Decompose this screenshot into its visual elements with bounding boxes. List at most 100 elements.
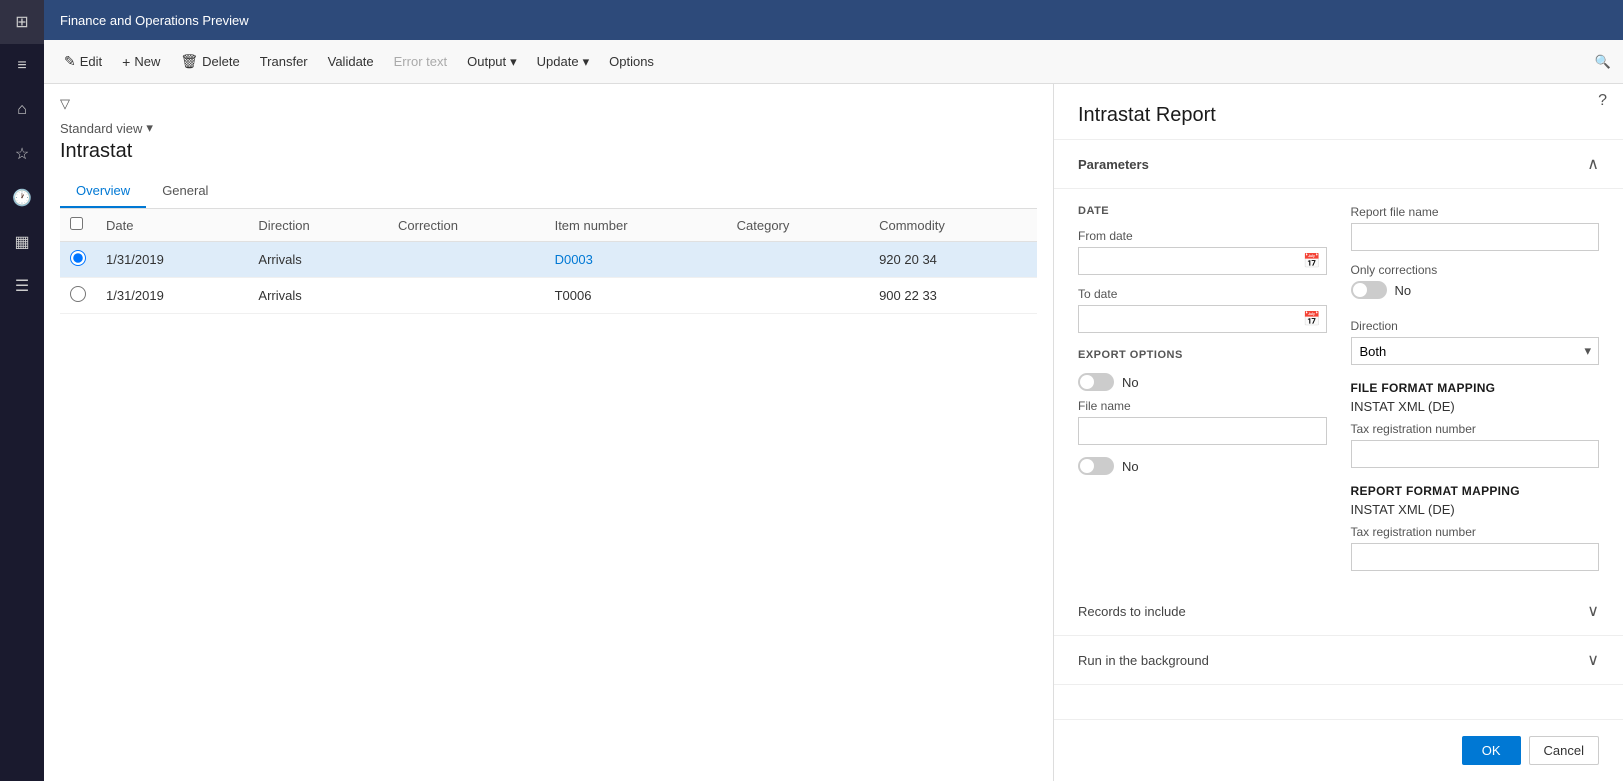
right-panel: ? Intrastat Report Parameters ∧ DATE Fro… (1053, 84, 1623, 781)
direction-select-wrapper: Both Arrivals Dispatches (1351, 337, 1600, 365)
generate-report-value: No (1122, 459, 1139, 474)
records-to-include-label: Records to include (1078, 604, 1186, 619)
params-grid: DATE From date 📅 To date (1078, 205, 1599, 571)
cell-commodity-1: 920 20 34 (869, 242, 1037, 278)
file-name-group: File name (1078, 399, 1327, 445)
records-chevron-icon: ∨ (1587, 601, 1599, 621)
only-corrections-value: No (1395, 283, 1412, 298)
toolbar: ✎ Edit + New 🗑 Delete Transfer Validate … (44, 40, 1623, 84)
generate-report-toggle[interactable] (1078, 457, 1114, 475)
filter-row: ▽ (60, 96, 1037, 112)
error-text-button[interactable]: Error text (386, 50, 455, 73)
view-chevron-icon: ▾ (146, 120, 153, 136)
report-format-mapping-value: INSTAT XML (DE) (1351, 502, 1600, 517)
tab-overview[interactable]: Overview (60, 175, 146, 208)
ok-button[interactable]: OK (1462, 736, 1521, 765)
intrastat-wrapper: ▽ Standard view ▾ Intrastat Overview Gen… (44, 84, 1623, 781)
to-date-calendar-icon[interactable]: 📅 (1303, 311, 1320, 328)
records-to-include-section-header[interactable]: Records to include ∨ (1054, 587, 1623, 636)
report-file-name-group: Report file name (1351, 205, 1600, 251)
from-date-group: From date 📅 (1078, 229, 1327, 275)
report-file-name-input[interactable] (1351, 223, 1600, 251)
new-icon: + (122, 54, 130, 70)
view-selector[interactable]: Standard view ▾ (60, 120, 1037, 136)
table-row[interactable]: 1/31/2019 Arrivals D0003 920 20 34 (60, 242, 1037, 278)
transfer-button[interactable]: Transfer (252, 50, 316, 73)
edit-button[interactable]: ✎ Edit (56, 49, 110, 74)
run-in-background-label: Run in the background (1078, 653, 1209, 668)
page-title: Intrastat (60, 140, 1037, 163)
cell-commodity-2: 900 22 33 (869, 278, 1037, 314)
delete-button[interactable]: 🗑 Delete (172, 49, 247, 74)
cell-direction-2: Arrivals (248, 278, 388, 314)
only-corrections-toggle[interactable] (1351, 281, 1387, 299)
recent-icon[interactable]: 🕐 (0, 176, 44, 220)
col-header-direction: Direction (248, 209, 388, 242)
report-file-name-label: Report file name (1351, 205, 1600, 219)
help-icon[interactable]: ? (1598, 92, 1607, 110)
options-button[interactable]: Options (601, 50, 662, 73)
main-area: Finance and Operations Preview ✎ Edit + … (44, 0, 1623, 781)
direction-group: Direction Both Arrivals Dispatches (1351, 319, 1600, 365)
delete-icon: 🗑 (180, 53, 198, 70)
home-icon[interactable]: ⌂ (0, 88, 44, 132)
filter-icon[interactable]: ▽ (60, 96, 70, 112)
direction-label: Direction (1351, 319, 1600, 333)
favorites-icon[interactable]: ☆ (0, 132, 44, 176)
col-header-correction: Correction (388, 209, 545, 242)
output-button[interactable]: Output ▾ (459, 50, 525, 74)
workspaces-icon[interactable]: ▦ (0, 220, 44, 264)
from-date-input[interactable] (1078, 247, 1327, 275)
parameters-section: DATE From date 📅 To date (1054, 189, 1623, 587)
generate-report-toggle-row: No (1078, 457, 1327, 475)
col-header-category: Category (727, 209, 869, 242)
cell-correction-2 (388, 278, 545, 314)
file-name-input[interactable] (1078, 417, 1327, 445)
file-format-mapping-value: INSTAT XML (DE) (1351, 399, 1600, 414)
from-date-calendar-icon[interactable]: 📅 (1303, 253, 1320, 270)
new-button[interactable]: + New (114, 50, 168, 74)
file-format-tax-reg-label: Tax registration number (1351, 422, 1600, 436)
report-format-tax-reg-group: Tax registration number (1351, 525, 1600, 571)
parameters-chevron-icon: ∧ (1587, 154, 1599, 174)
list-icon[interactable]: ☰ (0, 264, 44, 308)
tabs: Overview General (60, 175, 1037, 209)
report-format-tax-reg-input[interactable] (1351, 543, 1600, 571)
generate-file-toggle-row: No (1078, 373, 1327, 391)
output-chevron-icon: ▾ (510, 54, 517, 70)
row-radio-2[interactable] (70, 286, 86, 302)
apps-icon[interactable]: ⊞ (0, 0, 44, 44)
cell-item-number-2: T0006 (545, 278, 727, 314)
search-area: 🔍 (1595, 54, 1611, 70)
run-in-background-section-header[interactable]: Run in the background ∨ (1054, 636, 1623, 685)
update-button[interactable]: Update ▾ (529, 50, 597, 74)
select-all-checkbox[interactable] (70, 217, 83, 230)
search-icon[interactable]: 🔍 (1595, 54, 1611, 69)
cell-category-2 (727, 278, 869, 314)
tab-general[interactable]: General (146, 175, 224, 208)
hamburger-icon[interactable]: ≡ (0, 44, 44, 88)
table-row[interactable]: 1/31/2019 Arrivals T0006 900 22 33 (60, 278, 1037, 314)
edit-icon: ✎ (64, 53, 76, 70)
panel-footer: OK Cancel (1054, 719, 1623, 781)
cell-date-2: 1/31/2019 (96, 278, 248, 314)
title-bar: Finance and Operations Preview (44, 0, 1623, 40)
generate-file-toggle[interactable] (1078, 373, 1114, 391)
to-date-input[interactable] (1078, 305, 1327, 333)
cancel-button[interactable]: Cancel (1529, 736, 1599, 765)
direction-select[interactable]: Both Arrivals Dispatches (1351, 337, 1600, 365)
col-header-item-number: Item number (545, 209, 727, 242)
col-header-date: Date (96, 209, 248, 242)
from-date-label: From date (1078, 229, 1327, 243)
cell-item-number-1[interactable]: D0003 (545, 242, 727, 278)
file-format-tax-reg-input[interactable] (1351, 440, 1600, 468)
to-date-label: To date (1078, 287, 1327, 301)
panel-title: Intrastat Report (1078, 104, 1599, 127)
file-format-section: FILE FORMAT MAPPING INSTAT XML (DE) Tax … (1351, 381, 1600, 468)
col-header-commodity: Commodity (869, 209, 1037, 242)
file-format-tax-reg-group: Tax registration number (1351, 422, 1600, 468)
validate-button[interactable]: Validate (320, 50, 382, 73)
row-radio-1[interactable] (70, 250, 86, 266)
parameters-section-header[interactable]: Parameters ∧ (1054, 140, 1623, 189)
report-format-mapping-title: REPORT FORMAT MAPPING (1351, 484, 1600, 498)
